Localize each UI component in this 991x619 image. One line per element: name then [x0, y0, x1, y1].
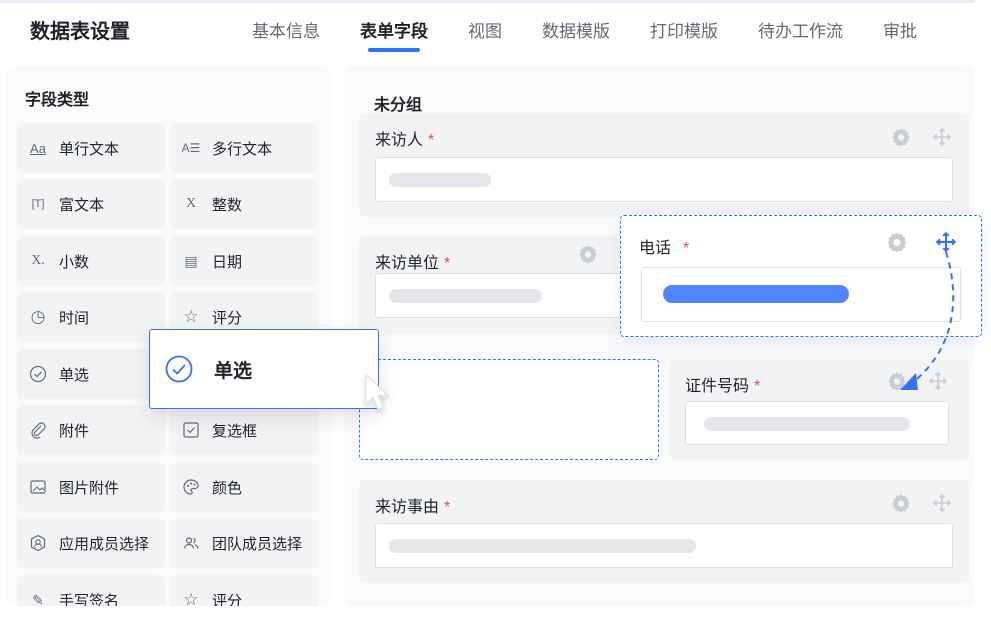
field-type-signature[interactable]: ✎ 手写签名	[17, 575, 165, 606]
tab-data-templates[interactable]: 数据模版	[542, 17, 610, 42]
field-type-integer[interactable]: X 整数	[170, 179, 318, 229]
field-type-rich-text[interactable]: [T] 富文本	[17, 179, 165, 229]
input-placeholder-bar	[389, 289, 542, 303]
id-number-input[interactable]	[685, 401, 949, 445]
form-field-visitor-unit[interactable]: 来访单位 *	[359, 236, 625, 334]
dragging-field-chip[interactable]: 单选	[149, 329, 379, 409]
page-title: 数据表设置	[30, 21, 130, 43]
required-mark: *	[683, 240, 690, 257]
input-placeholder-bar	[389, 173, 491, 187]
top-divider	[0, 0, 975, 3]
field-type-single-line-text[interactable]: Aa 单行文本	[17, 123, 165, 173]
field-type-label: 评分	[212, 309, 243, 327]
field-label: 来访人 *	[375, 132, 435, 149]
field-type-color[interactable]: 颜色	[170, 462, 318, 512]
group-title: 未分组	[374, 97, 423, 114]
signature-icon: ✎	[32, 591, 44, 607]
visitor-unit-input[interactable]	[375, 273, 625, 318]
radio-check-icon	[27, 363, 49, 385]
decimal-icon: X.	[31, 253, 45, 268]
field-label: 来访单位 *	[375, 255, 451, 272]
radio-check-icon	[165, 355, 193, 383]
tab-print-templates[interactable]: 打印模版	[650, 17, 718, 42]
input-placeholder-bar	[704, 417, 910, 431]
field-type-label: 日期	[212, 253, 243, 271]
required-mark: *	[754, 378, 761, 395]
header-bar: 数据表设置 基本信息 表单字段 视图 数据模版 打印模版 待办工作流 审批	[0, 0, 975, 58]
field-type-rating-2[interactable]: ☆ 评分	[170, 575, 318, 606]
field-type-label: 小数	[59, 253, 90, 271]
palette-icon	[180, 476, 202, 498]
field-type-decimal[interactable]: X. 小数	[17, 236, 165, 286]
drop-placeholder	[359, 359, 659, 460]
field-label: 来访事由 *	[375, 499, 451, 516]
clock-icon: ◷	[30, 307, 46, 326]
input-value-bar	[663, 285, 849, 303]
field-type-team-member[interactable]: 团队成员选择	[170, 518, 318, 568]
drag-chip-label: 单选	[214, 360, 253, 382]
field-type-image-attachment[interactable]: 图片附件	[17, 462, 165, 512]
field-type-time[interactable]: ◷ 时间	[17, 292, 165, 342]
gear-icon[interactable]	[890, 126, 912, 148]
move-icon[interactable]	[931, 492, 953, 514]
field-type-label: 整数	[212, 196, 243, 214]
field-type-label: 单行文本	[59, 140, 120, 158]
field-type-label: 手写签名	[59, 592, 120, 607]
mouse-cursor-icon	[365, 373, 390, 410]
multi-line-text-icon: A☰	[181, 141, 201, 155]
field-type-single-choice[interactable]: 单选	[17, 349, 165, 399]
field-type-label: 图片附件	[59, 479, 120, 497]
field-type-label: 团队成员选择	[212, 535, 303, 553]
paperclip-icon	[27, 419, 49, 441]
input-placeholder-bar	[389, 539, 696, 553]
form-field-visitor[interactable]: 来访人 *	[359, 113, 969, 217]
field-type-label: 颜色	[212, 479, 243, 497]
field-type-app-member[interactable]: 应用成员选择	[17, 518, 165, 568]
reason-input[interactable]	[375, 523, 953, 568]
move-icon[interactable]	[931, 126, 953, 148]
tab-todo-workflow[interactable]: 待办工作流	[758, 17, 843, 42]
field-type-attachment[interactable]: 附件	[17, 405, 165, 455]
field-type-label: 富文本	[59, 196, 105, 214]
field-type-label: 时间	[59, 309, 90, 327]
field-type-checkbox[interactable]: 复选框	[170, 405, 318, 455]
tab-views[interactable]: 视图	[468, 17, 502, 42]
single-line-text-icon: Aa	[30, 140, 46, 156]
visitor-input[interactable]	[375, 157, 953, 202]
team-icon	[180, 532, 202, 554]
form-field-reason[interactable]: 来访事由 *	[359, 480, 969, 583]
tab-approval[interactable]: 审批	[883, 17, 917, 42]
field-type-label: 单选	[59, 366, 90, 384]
star-icon: ☆	[183, 307, 199, 326]
star-icon: ☆	[183, 590, 199, 606]
field-type-multi-line-text[interactable]: A☰ 多行文本	[170, 123, 318, 173]
field-type-label: 评分	[212, 592, 243, 607]
member-icon	[27, 532, 49, 554]
required-mark: *	[444, 499, 451, 516]
field-type-label: 多行文本	[212, 140, 273, 158]
field-type-label: 应用成员选择	[59, 535, 150, 553]
drag-arrow-icon	[900, 251, 955, 390]
gear-icon[interactable]	[577, 243, 599, 265]
image-icon	[27, 476, 49, 498]
field-type-date[interactable]: ▤ 日期	[170, 236, 318, 286]
required-mark: *	[428, 132, 435, 149]
integer-icon: X	[185, 196, 197, 211]
tab-form-fields[interactable]: 表单字段	[360, 17, 428, 52]
field-type-title: 字段类型	[25, 92, 90, 109]
tab-basic-info[interactable]: 基本信息	[252, 17, 320, 42]
tab-bar: 基本信息 表单字段 视图 数据模版 打印模版 待办工作流 审批	[252, 17, 957, 52]
field-type-label: 附件	[59, 422, 90, 440]
required-mark: *	[444, 255, 451, 272]
date-icon: ▤	[184, 252, 198, 269]
rich-text-icon: [T]	[31, 198, 45, 210]
gear-icon[interactable]	[890, 492, 912, 514]
checkbox-icon	[180, 419, 202, 441]
field-label: 证件号码 *	[685, 378, 761, 395]
field-label: 电话 *	[639, 240, 690, 257]
field-type-label: 复选框	[212, 422, 258, 440]
